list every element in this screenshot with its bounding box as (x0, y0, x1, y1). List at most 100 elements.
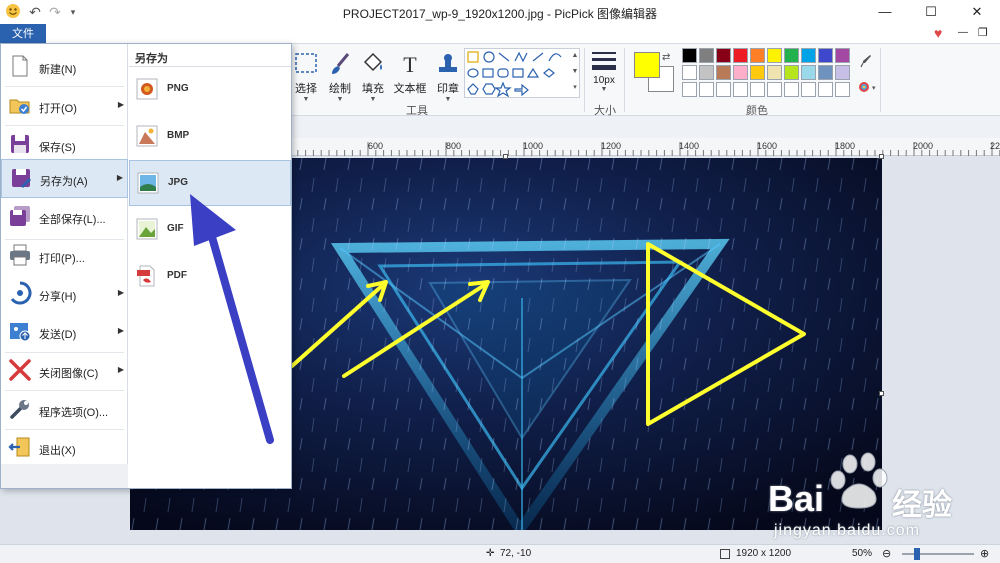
color-swatch[interactable] (750, 82, 765, 97)
color-swatch[interactable] (801, 65, 816, 80)
color-swatch[interactable] (818, 82, 833, 97)
select-icon (292, 50, 320, 78)
png-file-icon (135, 77, 159, 101)
color-swatch[interactable] (716, 82, 731, 97)
bmp-file-icon (135, 124, 159, 148)
menu-item-print[interactable]: 打印(P)... (1, 237, 128, 275)
zoom-slider-track[interactable] (902, 553, 974, 555)
ruler-label: 1200 (601, 141, 622, 151)
menu-item-send[interactable]: 发送(D) ▶ (1, 313, 128, 351)
jpg-file-icon (136, 171, 160, 195)
ruler-label: 1400 (679, 141, 700, 151)
tools-group-label: 工具 (406, 105, 428, 117)
submenu-arrow-icon: ▶ (117, 365, 124, 374)
exit-icon (8, 435, 32, 459)
menu-item-open[interactable]: 打开(O) ▶ (1, 87, 128, 125)
color-swatch[interactable] (716, 48, 731, 63)
color-swatch[interactable] (750, 48, 765, 63)
window-title: PROJECT2017_wp-9_1920x1200.jpg - PicPick… (342, 7, 658, 21)
menu-item-exit[interactable]: 退出(X) (1, 429, 128, 467)
gif-file-icon (135, 217, 159, 241)
ribbon-minimize-button[interactable]: — (958, 27, 968, 38)
shapes-gallery[interactable] (464, 48, 580, 98)
color-swatch[interactable] (699, 82, 714, 97)
ruler-label: 600 (368, 141, 384, 151)
fill-tool-button[interactable]: 填充 ▼ (355, 50, 391, 103)
color-swatch[interactable] (716, 65, 731, 80)
size-group-label: 大小 (594, 105, 616, 117)
close-button[interactable]: ✕ (954, 0, 1000, 24)
size-button[interactable]: 10px ▼ (590, 50, 618, 93)
color-swatch[interactable] (835, 48, 850, 63)
horizontal-ruler: 600 800 1000 1200 1400 1600 1800 2000 22 (290, 138, 1000, 156)
save-as-bmp[interactable]: BMP (129, 114, 291, 160)
color-swatch[interactable] (733, 82, 748, 97)
color-swatch[interactable] (801, 82, 816, 97)
resize-handle-top-right[interactable] (879, 154, 884, 159)
menu-item-new[interactable]: 新建(N) (1, 48, 128, 86)
color-swatch[interactable] (784, 65, 799, 80)
send-icon (8, 319, 32, 343)
resize-handle-top[interactable] (503, 154, 508, 159)
color-swatch[interactable] (767, 48, 782, 63)
status-bar: ✛ 72, -10 1920 x 1200 50% ⊖ ⊕ (0, 544, 1000, 563)
color-swatch[interactable] (784, 82, 799, 97)
file-menu-commands: 新建(N) 打开(O) ▶ 保存(S) 另存为(A) ▶ 全部保存(L)... … (1, 44, 128, 488)
submenu-arrow-icon: ▶ (116, 173, 123, 182)
color-swatch[interactable] (699, 65, 714, 80)
menu-item-close-image[interactable]: 关闭图像(C) ▶ (1, 352, 128, 390)
color-swatch[interactable] (784, 48, 799, 63)
ruler-label: 22 (990, 141, 1000, 151)
resize-handle-right[interactable] (879, 391, 884, 396)
color-swatch[interactable] (699, 48, 714, 63)
ruler-label: 1000 (523, 141, 544, 151)
textbox-tool-button[interactable]: T 文本框 (391, 50, 429, 96)
eyedropper-icon[interactable] (860, 54, 872, 68)
pdf-file-icon (135, 264, 159, 288)
color-swatch[interactable] (801, 48, 816, 63)
color-swatch[interactable] (733, 48, 748, 63)
color-swatch[interactable] (733, 65, 748, 80)
file-tab[interactable]: 文件 (0, 24, 46, 44)
heart-icon[interactable]: ♥ (934, 25, 942, 41)
menu-item-save-as[interactable]: 另存为(A) ▶ (1, 159, 128, 198)
color-swatch[interactable] (682, 82, 697, 97)
stamp-tool-button[interactable]: 印章 ▼ (430, 50, 466, 103)
color-palette[interactable] (682, 48, 856, 100)
size-value: 10px (593, 75, 615, 86)
shapes-scroll[interactable]: ▲ ▼ ▾ (570, 48, 580, 98)
stamp-icon (434, 50, 462, 78)
color-swatch[interactable] (682, 65, 697, 80)
color-swatch[interactable] (682, 48, 697, 63)
color-swatch[interactable] (767, 82, 782, 97)
color-swatch[interactable] (767, 65, 782, 80)
cursor-position-icon: ✛ (486, 548, 495, 559)
draw-tool-button[interactable]: 绘制 ▼ (322, 50, 358, 103)
watermark-url: jingyan.baidu.com (774, 522, 920, 539)
wrench-icon (8, 397, 32, 421)
baidu-watermark: Bai 经验 jingyan.baidu.com (764, 452, 996, 542)
color-swatch[interactable] (835, 82, 850, 97)
minimize-button[interactable]: — (862, 0, 908, 24)
cursor-position: 72, -10 (500, 548, 532, 559)
menu-item-share[interactable]: 分享(H) ▶ (1, 275, 128, 313)
zoom-in-button[interactable]: ⊕ (980, 547, 989, 560)
color-swatch[interactable] (835, 65, 850, 80)
save-all-icon (8, 204, 32, 228)
maximize-button[interactable]: ☐ (908, 0, 954, 24)
save-as-png[interactable]: PNG (129, 67, 291, 113)
color-wheel-icon[interactable]: ▾ (858, 80, 876, 94)
menu-item-options[interactable]: 程序选项(O)... (1, 391, 128, 429)
brush-icon (326, 50, 354, 78)
swap-colors-icon[interactable]: ⇄ (662, 52, 670, 63)
primary-color-swatch[interactable] (634, 52, 660, 78)
color-swatch[interactable] (750, 65, 765, 80)
zoom-slider-thumb[interactable] (914, 548, 920, 560)
ribbon-restore-button[interactable]: ❐ (978, 26, 988, 39)
color-swatch[interactable] (818, 65, 833, 80)
select-tool-button[interactable]: 选择 ▼ (288, 50, 324, 103)
zoom-out-button[interactable]: ⊖ (882, 547, 891, 560)
menu-item-save-all[interactable]: 全部保存(L)... (1, 198, 128, 236)
submenu-arrow-icon: ▶ (117, 288, 124, 297)
color-swatch[interactable] (818, 48, 833, 63)
